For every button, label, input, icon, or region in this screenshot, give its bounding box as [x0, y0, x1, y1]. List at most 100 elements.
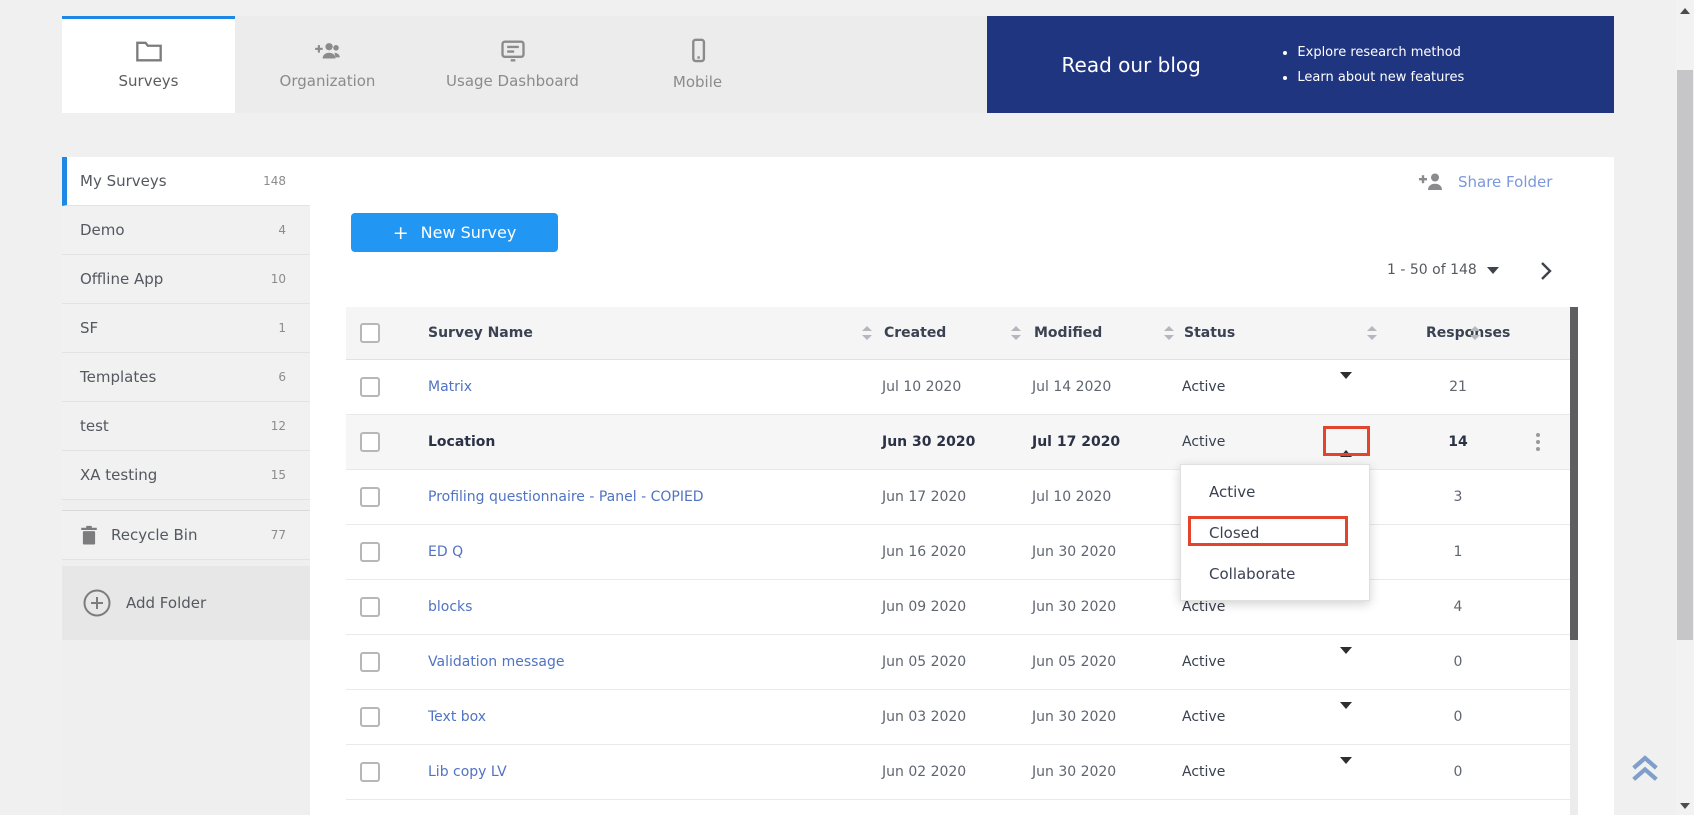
row-checkbox[interactable]	[360, 377, 380, 397]
tab-label: Mobile	[673, 73, 722, 91]
next-page-button[interactable]	[1534, 260, 1556, 282]
row-checkbox[interactable]	[360, 542, 380, 562]
mobile-icon	[686, 38, 710, 64]
status-dropdown-toggle[interactable]	[1340, 709, 1352, 725]
status-option-active[interactable]: Active	[1181, 471, 1369, 512]
table-row: Validation message Jun 05 2020 Jun 05 20…	[346, 635, 1570, 690]
tab-usage-dashboard[interactable]: Usage Dashboard	[420, 16, 605, 113]
responses-count: 1	[1428, 544, 1488, 560]
row-checkbox[interactable]	[360, 487, 380, 507]
banner-bullet: Explore research method	[1297, 40, 1464, 65]
sidebar-item-test[interactable]: test 12	[62, 402, 310, 451]
sidebar-item-offline-app[interactable]: Offline App 10	[62, 255, 310, 304]
status-dropdown-toggle[interactable]	[1340, 654, 1352, 670]
page-scrollbar[interactable]	[1676, 0, 1694, 815]
row-checkbox[interactable]	[360, 597, 380, 617]
sidebar-item-templates[interactable]: Templates 6	[62, 353, 310, 402]
table-header-row: Survey Name Created Modified Status Resp…	[346, 307, 1570, 360]
responses-count: 0	[1428, 654, 1488, 670]
status-option-collaborate[interactable]: Collaborate	[1181, 553, 1369, 594]
page-scrollbar-thumb[interactable]	[1677, 70, 1693, 640]
new-survey-button[interactable]: + New Survey	[351, 213, 558, 252]
survey-name-link[interactable]: Text box	[428, 709, 486, 725]
sidebar-item-sf[interactable]: SF 1	[62, 304, 310, 353]
column-header-modified[interactable]: Modified	[1034, 325, 1102, 341]
survey-name-link[interactable]: Matrix	[428, 379, 472, 395]
responses-count: 3	[1428, 489, 1488, 505]
plus-icon: +	[393, 222, 409, 244]
sort-icon[interactable]	[1367, 326, 1377, 340]
created-date: Jun 02 2020	[882, 764, 966, 780]
scrollbar-up-arrow-icon[interactable]	[1680, 8, 1690, 14]
survey-name-link[interactable]: blocks	[428, 599, 472, 615]
created-date: Jun 17 2020	[882, 489, 966, 505]
table-row: Lib copy LV Jun 02 2020 Jun 30 2020 Acti…	[346, 745, 1570, 800]
pagination-range-selector[interactable]: 1 - 50 of 148	[1387, 262, 1499, 278]
survey-dashboard-page: Surveys Organization Usage Dashboard	[0, 0, 1694, 815]
table-row: Profiling questionnaire - Panel - COPIED…	[346, 470, 1570, 525]
scroll-to-top-icon[interactable]	[1628, 753, 1662, 783]
modified-date: Jul 10 2020	[1032, 489, 1111, 505]
survey-name-link[interactable]: Lib copy LV	[428, 764, 507, 780]
status-value: Active	[1182, 379, 1225, 395]
column-header-survey-name[interactable]: Survey Name	[428, 325, 533, 341]
sort-icon[interactable]	[1164, 326, 1174, 340]
folder-count: 4	[278, 223, 286, 237]
trash-icon	[80, 525, 98, 545]
table-scrollbar-thumb[interactable]	[1570, 307, 1578, 640]
table-row: Matrix Jul 10 2020 Jul 14 2020 Active 21	[346, 360, 1570, 415]
sidebar-item-recycle-bin[interactable]: Recycle Bin 77	[62, 511, 310, 560]
recycle-bin-section: Recycle Bin 77	[62, 510, 310, 560]
sidebar-item-my-surveys[interactable]: My Surveys 148	[62, 157, 310, 206]
survey-name-link[interactable]: ED Q	[428, 544, 463, 560]
survey-name-link[interactable]: Location	[428, 434, 495, 450]
folder-label: test	[80, 417, 109, 435]
status-dropdown-toggle[interactable]	[1340, 764, 1352, 780]
pagination-range: 1 - 50 of 148	[1387, 262, 1477, 278]
sort-icon[interactable]	[862, 326, 872, 340]
table-scrollbar[interactable]	[1570, 307, 1578, 815]
blog-banner-title[interactable]: Read our blog	[987, 53, 1275, 77]
created-date: Jun 16 2020	[882, 544, 966, 560]
sidebar-item-xa-testing[interactable]: XA testing 15	[62, 451, 310, 500]
modified-date: Jun 30 2020	[1032, 544, 1116, 560]
tab-organization[interactable]: Organization	[235, 16, 420, 113]
blog-banner: Read our blog Explore research method Le…	[987, 16, 1614, 113]
folder-label: Demo	[80, 221, 125, 239]
column-header-responses[interactable]: Responses	[1426, 325, 1510, 341]
folder-label: Offline App	[80, 270, 163, 288]
column-header-created[interactable]: Created	[884, 325, 946, 341]
survey-name-link[interactable]: Validation message	[428, 654, 565, 670]
status-dropdown-toggle[interactable]	[1340, 599, 1352, 615]
add-folder-button[interactable]: Add Folder	[62, 566, 310, 640]
column-header-status[interactable]: Status	[1184, 325, 1235, 341]
add-folder-label: Add Folder	[126, 594, 206, 612]
row-checkbox[interactable]	[360, 707, 380, 727]
created-date: Jul 10 2020	[882, 379, 961, 395]
row-checkbox[interactable]	[360, 652, 380, 672]
scrollbar-down-arrow-icon[interactable]	[1680, 803, 1690, 809]
sort-icon[interactable]	[1470, 326, 1480, 340]
modified-date: Jul 17 2020	[1032, 434, 1120, 450]
status-dropdown-toggle[interactable]	[1340, 379, 1352, 395]
responses-count: 4	[1428, 599, 1488, 615]
sidebar-item-demo[interactable]: Demo 4	[62, 206, 310, 255]
table-row: Text box Jun 03 2020 Jun 30 2020 Active …	[346, 690, 1570, 745]
sort-icon[interactable]	[1011, 326, 1021, 340]
row-checkbox[interactable]	[360, 432, 380, 452]
select-all-checkbox[interactable]	[360, 323, 380, 343]
row-checkbox[interactable]	[360, 762, 380, 782]
created-date: Jun 03 2020	[882, 709, 966, 725]
blog-banner-bullets: Explore research method Learn about new …	[1275, 40, 1464, 90]
new-survey-label: New Survey	[421, 223, 517, 242]
folder-sidebar: My Surveys 148 Demo 4 Offline App 10 SF …	[62, 157, 310, 815]
tab-surveys[interactable]: Surveys	[62, 16, 235, 113]
modified-date: Jul 14 2020	[1032, 379, 1111, 395]
folder-count: 10	[271, 272, 286, 286]
folder-label: Templates	[80, 368, 156, 386]
modified-date: Jun 30 2020	[1032, 709, 1116, 725]
survey-name-link[interactable]: Profiling questionnaire - Panel - COPIED	[428, 489, 704, 505]
row-actions-kebab-icon[interactable]	[1536, 433, 1540, 451]
tab-mobile[interactable]: Mobile	[605, 16, 790, 113]
share-folder-button[interactable]: Share Folder	[1418, 170, 1552, 194]
